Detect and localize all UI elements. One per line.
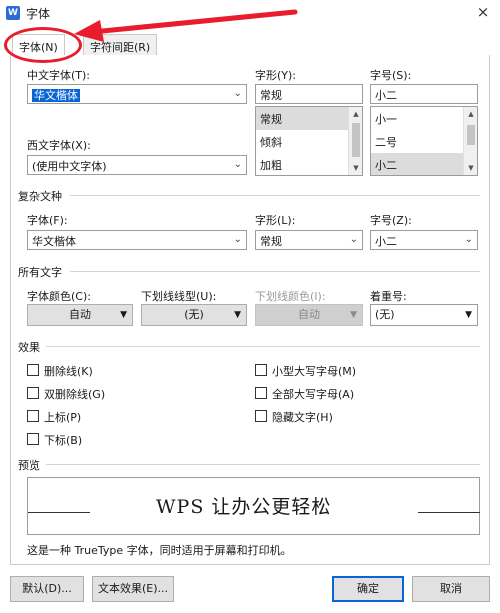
font-style-option[interactable]: 常规 bbox=[256, 107, 362, 130]
font-style-label: 字形(Y): bbox=[255, 69, 297, 82]
font-size-scrollbar[interactable]: ▲ ▼ bbox=[463, 107, 477, 175]
wps-app-icon: W bbox=[6, 6, 20, 20]
emphasis-mark-label: 着重号: bbox=[370, 290, 407, 303]
preview-note: 这是一种 TrueType 字体，同时适用于屏幕和打印机。 bbox=[27, 544, 292, 557]
complex-size-value: 小二 bbox=[375, 235, 397, 248]
close-icon[interactable]: × bbox=[472, 2, 494, 22]
font-style-option[interactable]: 加粗 bbox=[256, 153, 362, 175]
scroll-down-icon[interactable]: ▼ bbox=[349, 161, 362, 175]
all-caps-checkbox[interactable] bbox=[255, 387, 267, 399]
underline-color-value: 自动 bbox=[298, 308, 320, 321]
chevron-down-icon: ⌄ bbox=[464, 234, 473, 245]
complex-script-heading: 复杂文种 bbox=[18, 190, 62, 203]
scroll-up-icon[interactable]: ▲ bbox=[464, 107, 477, 121]
all-text-heading: 所有文字 bbox=[18, 266, 62, 279]
font-size-label: 字号(S): bbox=[370, 69, 412, 82]
font-color-label: 字体颜色(C): bbox=[27, 290, 91, 303]
baseline-left bbox=[28, 512, 90, 513]
complex-style-value: 常规 bbox=[260, 235, 282, 248]
double-strikethrough-label: 双删除线(G) bbox=[44, 388, 106, 401]
strikethrough-checkbox[interactable] bbox=[27, 364, 39, 376]
emphasis-mark-value: (无) bbox=[375, 308, 395, 321]
dropdown-arrow-icon: ▼ bbox=[350, 310, 357, 320]
section-divider bbox=[46, 464, 480, 465]
dropdown-arrow-icon: ▼ bbox=[234, 310, 241, 320]
annotation-arrow-icon bbox=[74, 9, 298, 42]
complex-font-value: 华文楷体 bbox=[32, 235, 76, 248]
underline-style-value: (无) bbox=[184, 308, 204, 321]
chevron-down-icon: ⌄ bbox=[349, 234, 358, 245]
window-title: 字体 bbox=[26, 7, 51, 21]
dropdown-arrow-icon: ▼ bbox=[465, 310, 472, 320]
dropdown-arrow-icon: ▼ bbox=[120, 310, 127, 320]
subscript-checkbox[interactable] bbox=[27, 433, 39, 445]
underline-color-label: 下划线颜色(I): bbox=[255, 290, 326, 303]
text-effects-button[interactable]: 文本效果(E)... bbox=[92, 576, 174, 602]
underline-style-label: 下划线线型(U): bbox=[141, 290, 217, 303]
western-font-combo[interactable]: (使用中文字体) ⌄ bbox=[27, 155, 247, 175]
cancel-button[interactable]: 取消 bbox=[412, 576, 490, 602]
font-style-option[interactable]: 倾斜 bbox=[256, 130, 362, 153]
font-size-option[interactable]: 二号 bbox=[371, 130, 477, 153]
chevron-down-icon: ⌄ bbox=[233, 159, 242, 170]
scroll-up-icon[interactable]: ▲ bbox=[349, 107, 362, 121]
font-style-input[interactable]: 常规 bbox=[255, 84, 363, 104]
complex-style-combo[interactable]: 常规 ⌄ bbox=[255, 230, 363, 250]
small-caps-label: 小型大写字母(M) bbox=[272, 365, 357, 378]
section-divider bbox=[70, 271, 480, 272]
hidden-text-checkbox[interactable] bbox=[255, 410, 267, 422]
section-divider bbox=[70, 195, 480, 196]
small-caps-checkbox[interactable] bbox=[255, 364, 267, 376]
font-size-list[interactable]: 小一 二号 小二 ▲ ▼ bbox=[370, 106, 478, 176]
superscript-label: 上标(P) bbox=[44, 411, 82, 424]
emphasis-mark-dropdown[interactable]: (无) ▼ bbox=[370, 304, 478, 326]
chinese-font-label: 中文字体(T): bbox=[27, 69, 91, 82]
default-button[interactable]: 默认(D)... bbox=[10, 576, 84, 602]
chevron-down-icon: ⌄ bbox=[233, 88, 242, 99]
font-size-option[interactable]: 小二 bbox=[371, 153, 477, 175]
ok-button[interactable]: 确定 bbox=[332, 576, 404, 602]
strikethrough-label: 删除线(K) bbox=[44, 365, 93, 378]
font-size-input[interactable]: 小二 bbox=[370, 84, 478, 104]
scroll-thumb[interactable] bbox=[467, 125, 475, 145]
scroll-down-icon[interactable]: ▼ bbox=[464, 161, 477, 175]
font-style-list[interactable]: 常规 倾斜 加粗 ▲ ▼ bbox=[255, 106, 363, 176]
font-size-option[interactable]: 小一 bbox=[371, 107, 477, 130]
font-style-scrollbar[interactable]: ▲ ▼ bbox=[348, 107, 362, 175]
font-color-dropdown[interactable]: 自动 ▼ bbox=[27, 304, 133, 326]
underline-color-dropdown: 自动 ▼ bbox=[255, 304, 363, 326]
complex-size-label: 字号(Z): bbox=[370, 214, 412, 227]
font-color-value: 自动 bbox=[69, 308, 91, 321]
preview-heading: 预览 bbox=[18, 459, 40, 472]
preview-box: WPS 让办公更轻松 bbox=[27, 477, 480, 535]
scroll-thumb[interactable] bbox=[352, 123, 360, 157]
western-font-label: 西文字体(X): bbox=[27, 139, 91, 152]
western-font-value: (使用中文字体) bbox=[32, 160, 107, 173]
complex-font-combo[interactable]: 华文楷体 ⌄ bbox=[27, 230, 247, 250]
chinese-font-combo[interactable]: 华文楷体 ⌄ bbox=[27, 84, 247, 104]
hidden-text-label: 隐藏文字(H) bbox=[272, 411, 333, 424]
complex-style-label: 字形(L): bbox=[255, 214, 296, 227]
preview-sample-text: WPS 让办公更轻松 bbox=[156, 496, 332, 518]
section-divider bbox=[46, 346, 480, 347]
chevron-down-icon: ⌄ bbox=[233, 234, 242, 245]
all-caps-label: 全部大写字母(A) bbox=[272, 388, 355, 401]
baseline-right bbox=[418, 512, 480, 513]
subscript-label: 下标(B) bbox=[44, 434, 83, 447]
superscript-checkbox[interactable] bbox=[27, 410, 39, 422]
effects-heading: 效果 bbox=[18, 341, 40, 354]
complex-font-label: 字体(F): bbox=[27, 214, 68, 227]
double-strikethrough-checkbox[interactable] bbox=[27, 387, 39, 399]
underline-style-dropdown[interactable]: (无) ▼ bbox=[141, 304, 247, 326]
complex-size-combo[interactable]: 小二 ⌄ bbox=[370, 230, 478, 250]
chinese-font-value: 华文楷体 bbox=[32, 89, 80, 102]
